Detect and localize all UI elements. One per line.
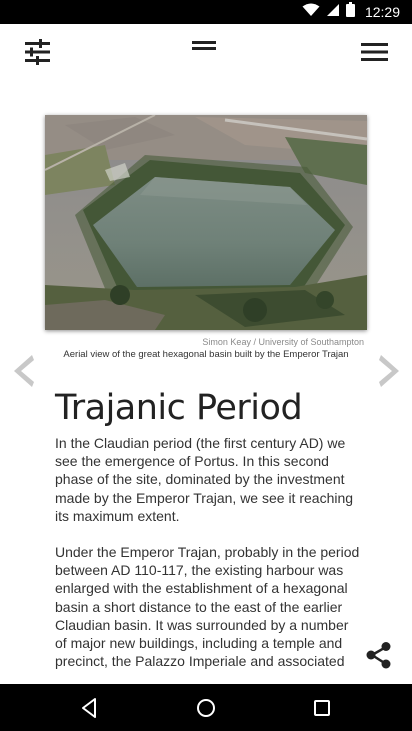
back-button[interactable]: [78, 696, 102, 720]
article-paragraph: In the Claudian period (the first centur…: [55, 435, 354, 524]
home-button[interactable]: [194, 696, 218, 720]
hamburger-menu-icon: [361, 43, 388, 61]
drag-handle-icon[interactable]: [192, 38, 216, 50]
share-icon: [366, 642, 391, 669]
share-button[interactable]: [364, 640, 394, 670]
page-title: Trajanic Period: [55, 388, 303, 428]
photo-credit: Simon Keay / University of Southampton: [202, 337, 364, 347]
system-nav-bar: [0, 684, 412, 731]
recents-icon: [314, 700, 330, 716]
back-icon: [82, 698, 96, 718]
status-bar: 12:29: [0, 0, 412, 24]
hamburger-menu-button[interactable]: [360, 41, 390, 63]
article-body: In the Claudian period (the first centur…: [55, 434, 360, 684]
recents-button[interactable]: [310, 696, 334, 720]
status-icons: 12:29: [302, 0, 400, 24]
top-bar: [0, 24, 412, 82]
battery-icon: [345, 2, 355, 22]
aerial-photo: [45, 115, 367, 330]
status-time: 12:29: [364, 4, 400, 20]
signal-icon: [326, 3, 340, 22]
previous-button[interactable]: [8, 352, 38, 390]
wifi-icon: [302, 3, 320, 22]
filter-settings-icon: [25, 39, 50, 65]
home-icon: [197, 699, 215, 717]
chevron-right-icon: [379, 355, 399, 387]
next-button[interactable]: [375, 352, 405, 390]
article-paragraph: Under the Emperor Trajan, probably in th…: [55, 544, 360, 670]
chevron-left-icon: [14, 355, 34, 387]
photo-caption: Aerial view of the great hexagonal basin…: [63, 349, 349, 360]
filter-settings-button[interactable]: [22, 38, 54, 66]
